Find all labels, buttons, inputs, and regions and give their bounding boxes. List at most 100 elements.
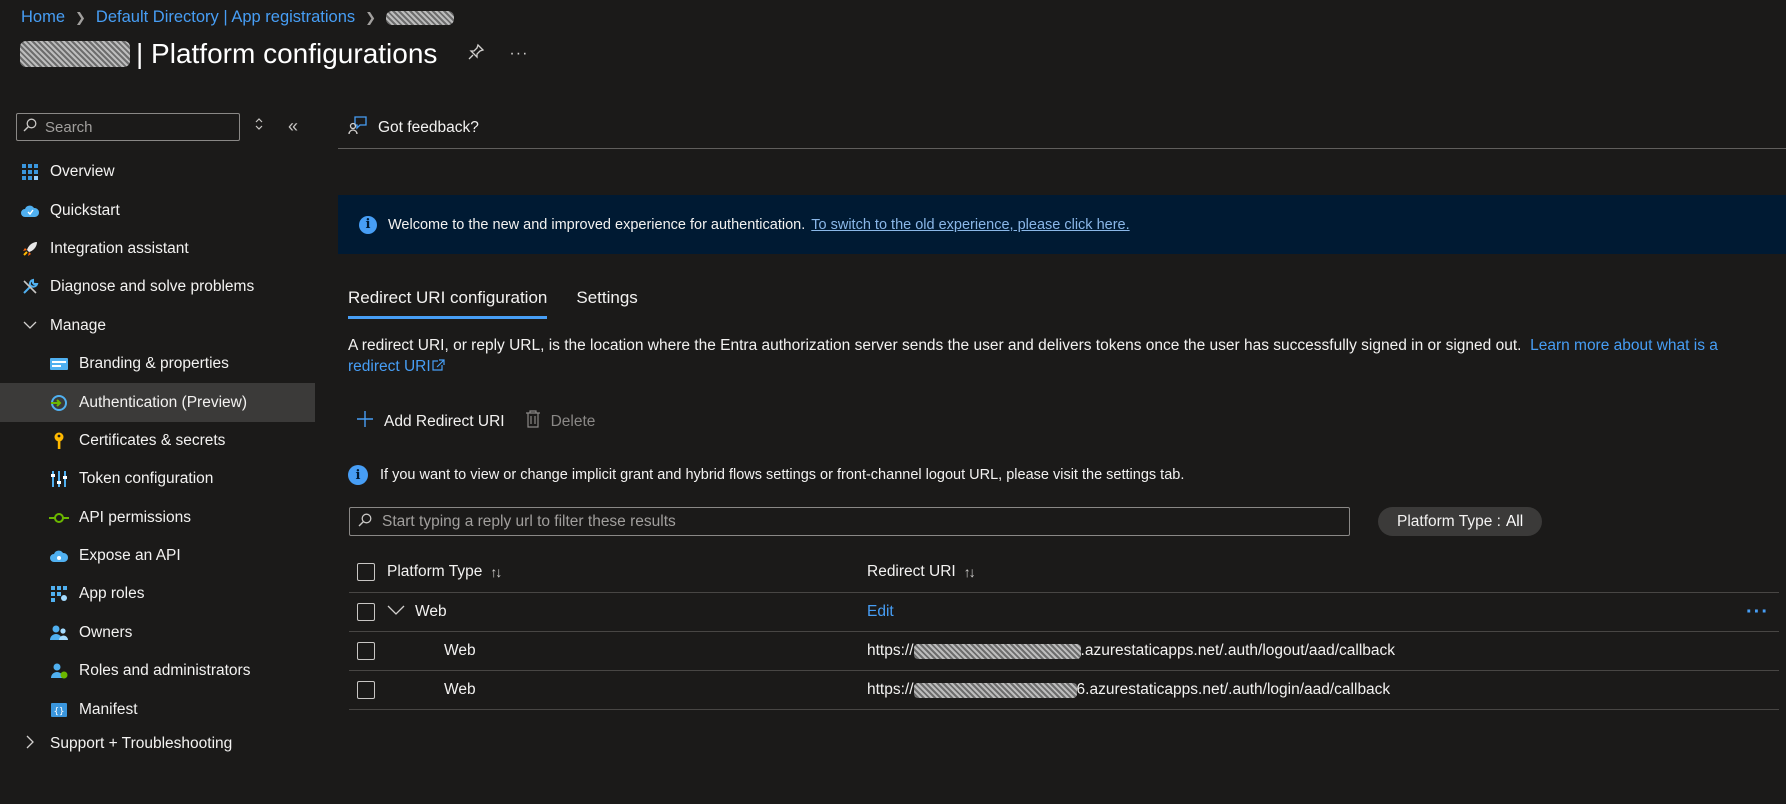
table-row: Web https:// .azurestaticapps.net/.auth/… — [349, 632, 1779, 671]
platform-type-filter-pill[interactable]: Platform Type : All — [1378, 507, 1543, 536]
more-options-icon[interactable]: ··· — [509, 45, 528, 63]
sidebar-item-api-permissions[interactable]: API permissions — [0, 499, 315, 537]
delete-button[interactable]: Delete — [525, 410, 595, 433]
row-redirect-uri: https:// .azurestaticapps.net/.auth/logo… — [867, 642, 1396, 659]
edit-link[interactable]: Edit — [867, 603, 894, 621]
sidebar-item-label: Owners — [79, 623, 133, 641]
feedback-button[interactable]: Got feedback? — [348, 115, 479, 140]
sidebar-item-manifest[interactable]: {} Manifest — [0, 690, 315, 728]
feedback-label: Got feedback? — [378, 118, 479, 136]
row-checkbox[interactable] — [357, 603, 375, 621]
people-icon — [49, 623, 69, 643]
trash-icon — [525, 410, 541, 433]
sidebar-item-owners[interactable]: Owners — [0, 614, 315, 652]
manifest-icon: {} — [49, 700, 69, 720]
chevron-right-icon: ❯ — [365, 9, 377, 25]
search-icon — [358, 513, 372, 531]
divider — [338, 148, 1786, 149]
sidebar-item-token-configuration[interactable]: Token configuration — [0, 460, 315, 498]
cloud-api-icon — [49, 546, 69, 566]
sidebar-item-label: Manifest — [79, 700, 138, 718]
more-options-icon[interactable]: ··· — [1746, 601, 1769, 624]
sidebar-item-quickstart[interactable]: Quickstart — [0, 191, 315, 229]
sidebar-item-certificates[interactable]: Certificates & secrets — [0, 422, 315, 460]
breadcrumb-home[interactable]: Home — [21, 8, 65, 27]
filter-input[interactable] — [380, 511, 1324, 532]
tab-settings[interactable]: Settings — [576, 288, 637, 319]
add-redirect-uri-button[interactable]: Add Redirect URI — [356, 410, 505, 433]
sidebar-search-input[interactable] — [43, 117, 227, 137]
breadcrumb-app-registrations[interactable]: Default Directory | App registrations — [96, 8, 355, 27]
row-redirect-uri: https:// 6.azurestaticapps.net/.auth/log… — [867, 681, 1391, 698]
sidebar-item-label: Overview — [50, 163, 115, 181]
column-header-platform-type[interactable]: Platform Type ↑↓ — [387, 563, 502, 581]
sidebar-item-label: Expose an API — [79, 547, 181, 565]
feedback-icon — [348, 115, 368, 140]
roles-grid-icon — [49, 584, 69, 604]
sliders-icon — [49, 469, 69, 489]
switch-experience-link[interactable]: To switch to the old experience, please … — [811, 217, 1129, 233]
column-header-redirect-uri[interactable]: Redirect URI ↑↓ — [867, 563, 976, 581]
sidebar-item-label: API permissions — [79, 508, 191, 526]
sidebar-group-support[interactable]: Support + Troubleshooting — [0, 725, 315, 763]
expand-collapse-icon[interactable] — [254, 117, 264, 134]
title-row: | Platform configurations ··· — [20, 38, 528, 70]
filter-box[interactable] — [349, 507, 1350, 536]
sidebar-item-label: Quickstart — [50, 201, 120, 219]
sidebar-item-overview[interactable]: Overview — [0, 153, 315, 191]
redirect-uri-table: Platform Type ↑↓ Redirect URI ↑↓ Web Edi… — [349, 552, 1779, 710]
info-icon: i — [348, 465, 368, 485]
page-title: | Platform configurations — [136, 38, 438, 69]
pin-icon[interactable] — [467, 43, 485, 66]
banner-text: Welcome to the new and improved experien… — [388, 216, 806, 233]
wrench-icon — [20, 277, 40, 297]
key-icon — [49, 431, 69, 451]
description-text: A redirect URI, or reply URL, is the loc… — [348, 337, 1522, 354]
sidebar-item-app-roles[interactable]: App roles — [0, 575, 315, 613]
sidebar-item-label: Support + Troubleshooting — [50, 735, 233, 753]
sort-icon[interactable]: ↑↓ — [490, 564, 502, 580]
cloud-icon — [20, 201, 40, 221]
description: A redirect URI, or reply URL, is the loc… — [348, 335, 1768, 377]
table-header-row: Platform Type ↑↓ Redirect URI ↑↓ — [349, 552, 1779, 593]
toolbar: Add Redirect URI Delete — [356, 410, 595, 433]
card-icon — [49, 354, 69, 374]
sidebar-group-manage[interactable]: Manage — [0, 307, 315, 345]
sidebar-item-branding[interactable]: Branding & properties — [0, 345, 315, 383]
sidebar-item-label: Manage — [50, 316, 107, 334]
sidebar-item-expose-api[interactable]: Expose an API — [0, 537, 315, 575]
sidebar-item-label: Authentication (Preview) — [79, 393, 247, 411]
redacted-app-name-crumb[interactable] — [386, 10, 455, 25]
sidebar-item-label: Branding & properties — [79, 355, 229, 373]
sidebar-item-authentication[interactable]: Authentication (Preview) — [0, 383, 315, 422]
info-icon: i — [359, 215, 377, 234]
collapse-sidebar-icon[interactable]: « — [288, 116, 298, 137]
row-checkbox[interactable] — [357, 681, 375, 699]
tab-list: Redirect URI configuration Settings — [348, 288, 638, 319]
external-link-icon — [431, 358, 445, 375]
table-row: Web https:// 6.azurestaticapps.net/.auth… — [349, 671, 1779, 710]
sidebar-item-label: Integration assistant — [50, 239, 189, 257]
sort-icon[interactable]: ↑↓ — [964, 564, 976, 580]
chevron-down-icon[interactable] — [387, 603, 405, 621]
auth-icon — [49, 393, 69, 413]
select-all-checkbox[interactable] — [357, 563, 375, 581]
sidebar-item-integration-assistant[interactable]: Integration assistant — [0, 230, 315, 268]
row-platform: Web — [444, 642, 476, 659]
sidebar-nav: Overview Quickstart Integration assistan… — [0, 153, 315, 763]
info-banner: i Welcome to the new and improved experi… — [338, 195, 1786, 254]
search-icon — [23, 118, 37, 136]
chevron-right-icon: ❯ — [75, 9, 86, 25]
settings-note: i If you want to view or change implicit… — [348, 465, 1184, 485]
sidebar-item-roles-administrators[interactable]: Roles and administrators — [0, 652, 315, 690]
tab-redirect-uri-configuration[interactable]: Redirect URI configuration — [348, 288, 548, 319]
redacted-app-name — [20, 41, 130, 67]
sidebar-item-label: Token configuration — [79, 470, 214, 488]
redacted-host — [913, 643, 1081, 659]
row-checkbox[interactable] — [357, 642, 375, 660]
sidebar-item-label: Diagnose and solve problems — [50, 278, 255, 296]
sidebar-item-diagnose[interactable]: Diagnose and solve problems — [0, 268, 315, 306]
sidebar-item-label: Certificates & secrets — [79, 431, 226, 449]
breadcrumb: Home ❯ Default Directory | App registrat… — [21, 8, 455, 27]
sidebar-search[interactable] — [16, 113, 240, 141]
